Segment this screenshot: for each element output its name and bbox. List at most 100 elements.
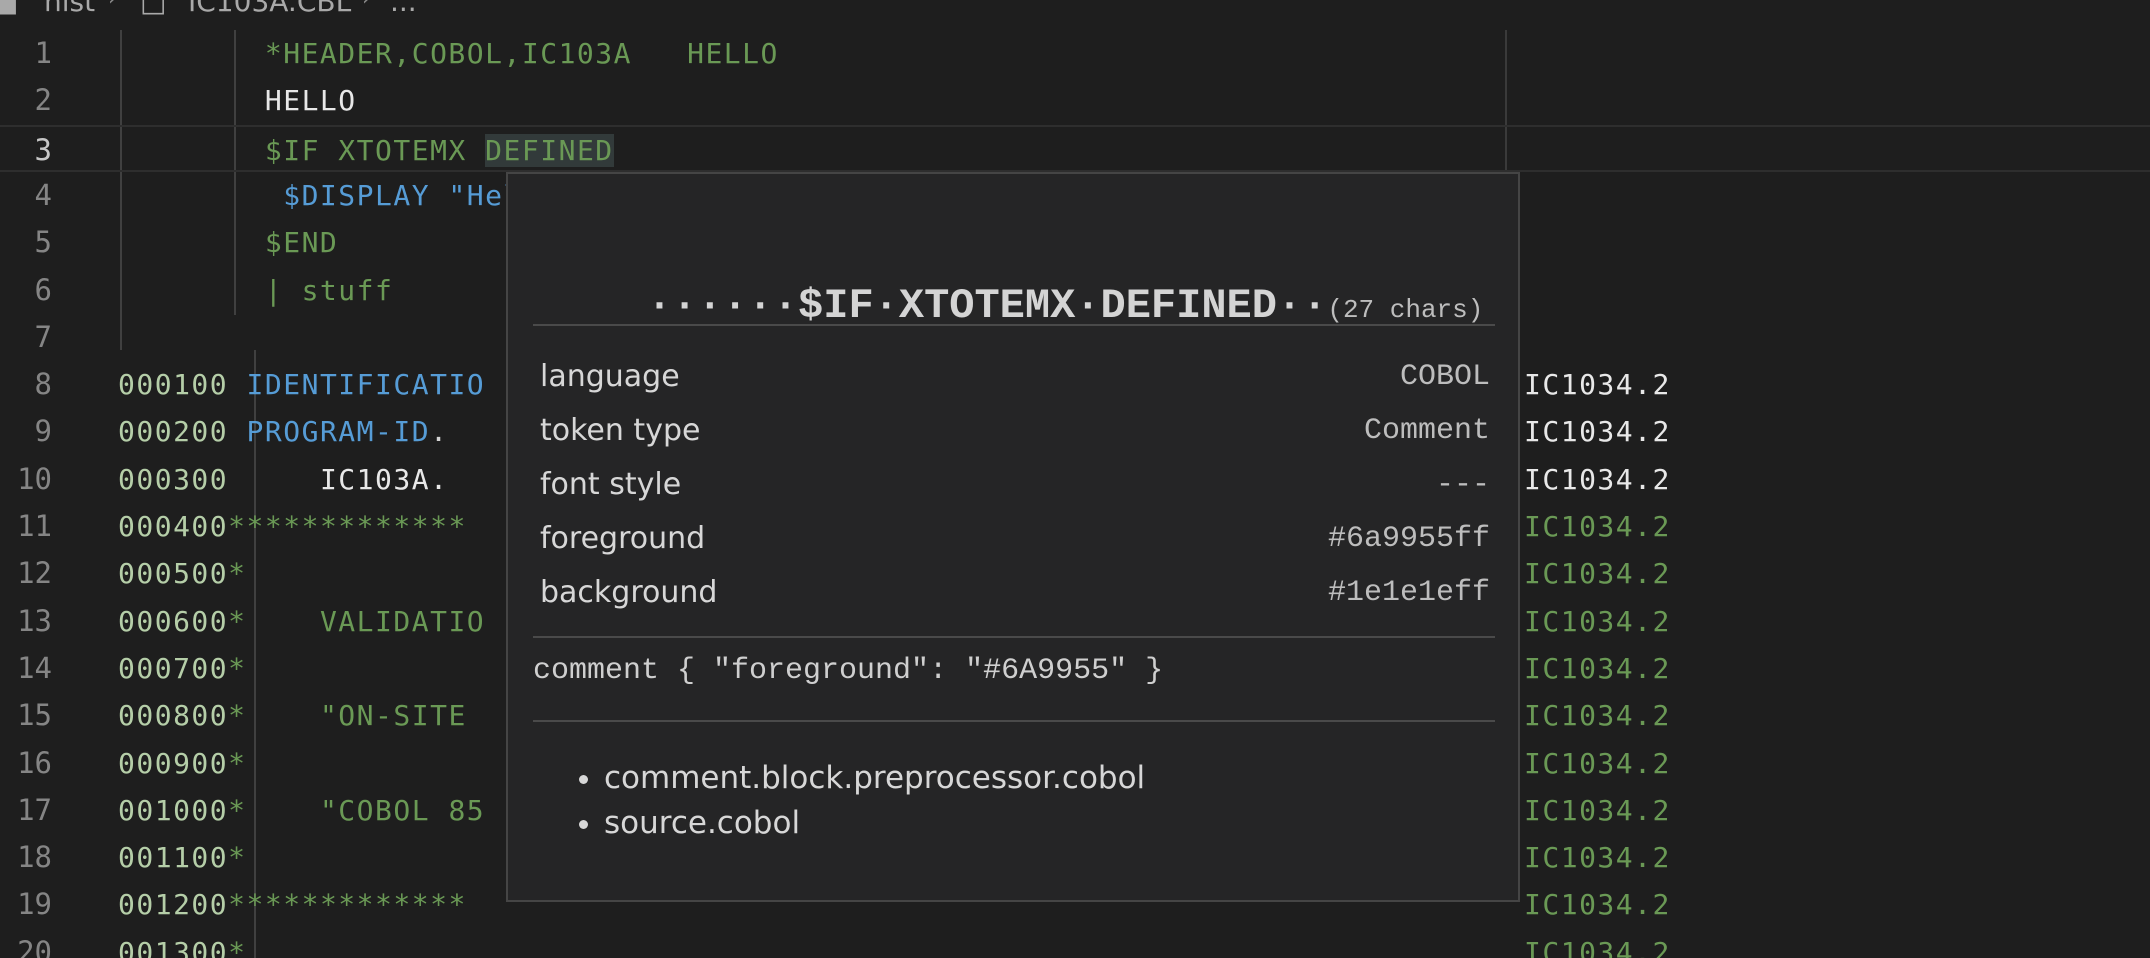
line-code[interactable]: 000500*	[118, 550, 247, 597]
line-number: 20	[17, 934, 52, 958]
code-token: *	[228, 935, 247, 958]
property-key: token type	[540, 413, 701, 448]
divider	[533, 636, 1495, 638]
line-identification-area: IC1034.2	[1524, 415, 1671, 449]
code-token: $IF XTOTEMX	[118, 133, 486, 167]
code-token: *	[228, 557, 247, 591]
line-number: 18	[17, 840, 52, 875]
line-code[interactable]: 001200*************	[118, 881, 467, 928]
code-token: $END	[118, 226, 339, 260]
token-text-value: ······$IF·XTOTEMX·DEFINED··	[646, 282, 1328, 330]
property-value: #6a9955ff	[1327, 522, 1490, 556]
code-token: 000400	[118, 510, 229, 543]
line-code[interactable]: $DISPLAY "Hel	[118, 172, 522, 219]
line-identification-area: IC1034.2	[1524, 793, 1671, 827]
property-foreground: foreground #6a9955ff	[540, 512, 1490, 566]
line-code[interactable]: | stuff	[118, 267, 393, 314]
line-number: 5	[34, 225, 52, 260]
code-token: *************	[228, 510, 467, 543]
property-value: COBOL	[1399, 360, 1490, 394]
line-code[interactable]: *HEADER,COBOL,IC103A HELLO	[118, 30, 779, 77]
code-token: 001200	[118, 888, 229, 922]
code-token: * VALIDATIO	[228, 604, 486, 638]
highlighted-token: DEFINED	[485, 133, 614, 167]
line-identification-area: IC1034.2	[1524, 651, 1671, 685]
code-token: 000500	[118, 557, 229, 591]
line-identification-area: IC1034.2	[1524, 699, 1671, 733]
code-token: 000200	[118, 415, 229, 449]
line-number: 12	[17, 556, 52, 591]
code-token: * "COBOL 85	[228, 793, 486, 827]
code-token: IDENTIFICATIO	[228, 368, 486, 402]
line-code[interactable]: 000900*	[118, 740, 247, 787]
code-token: 000800	[118, 699, 229, 733]
scope-list: comment.block.preprocessor.cobol source.…	[564, 756, 1145, 846]
code-token: 000700	[118, 651, 229, 685]
property-key: language	[540, 359, 680, 394]
code-token: 001300	[118, 935, 229, 958]
line-number: 19	[17, 887, 52, 922]
property-token-type: token type Comment	[540, 404, 1490, 458]
line-number: 11	[17, 509, 52, 543]
line-code[interactable]: HELLO	[118, 77, 357, 124]
code-line[interactable]: 2 HELLO	[0, 77, 2150, 124]
code-token: .	[430, 415, 449, 449]
line-code[interactable]: $END	[118, 219, 338, 266]
code-token: $DISPLAY "Hel	[118, 178, 522, 212]
line-code[interactable]: 000700*	[118, 645, 247, 692]
line-code[interactable]: 001100*	[118, 834, 247, 881]
scope-item: source.cobol	[604, 801, 1145, 846]
divider	[533, 720, 1495, 722]
line-number: 13	[17, 603, 52, 638]
char-count: (27 chars)	[1327, 295, 1484, 325]
theme-rule: comment { "foreground": "#6A9955" }	[533, 654, 1164, 688]
code-token: *************	[228, 888, 467, 922]
line-code[interactable]: 001300*	[118, 929, 247, 958]
line-identification-area: IC1034.2	[1524, 746, 1671, 780]
property-key: font style	[540, 467, 682, 502]
code-token: PROGRAM-ID	[228, 415, 431, 449]
code-token: 001000	[118, 793, 229, 827]
line-code[interactable]: 001000* "COBOL 85	[118, 787, 485, 834]
line-code[interactable]: 000100 IDENTIFICATIO	[118, 361, 485, 408]
code-line[interactable]: 20 001300* IC1034.2	[0, 929, 2150, 958]
line-number: 15	[17, 698, 52, 733]
code-token: | stuff	[118, 273, 394, 307]
property-value: ---	[1435, 468, 1490, 502]
code-token: 000300	[118, 462, 229, 496]
scope-item: comment.block.preprocessor.cobol	[604, 756, 1145, 801]
line-identification-area: IC1034.2	[1524, 368, 1671, 402]
line-code[interactable]: 000300 IC103A.	[118, 456, 448, 503]
line-code[interactable]: 000800* "ON-SITE	[118, 692, 485, 739]
token-inspector-hover: ······$IF·XTOTEMX·DEFINED··(27 chars) la…	[506, 172, 1520, 902]
code-line[interactable]: 1 *HEADER,COBOL,IC103A HELLO	[0, 30, 2150, 77]
line-code[interactable]: 000400*************	[118, 503, 467, 550]
code-token: *	[228, 841, 247, 875]
line-code[interactable]: $IF XTOTEMX DEFINED	[118, 127, 614, 174]
code-token: HELLO	[118, 84, 357, 118]
line-number: 10	[17, 461, 52, 496]
line-identification-area: IC1034.2	[1524, 510, 1671, 543]
line-code[interactable]: 000600* VALIDATIO	[118, 598, 485, 645]
code-token: *	[228, 746, 247, 780]
line-number: 9	[34, 414, 52, 449]
line-identification-area: IC1034.2	[1524, 841, 1671, 875]
line-number: 16	[17, 745, 52, 780]
code-token: *	[228, 651, 247, 685]
line-number: 4	[34, 177, 52, 212]
code-token: 000100	[118, 368, 229, 402]
code-token: 000600	[118, 604, 229, 638]
line-number: 2	[34, 83, 52, 118]
line-number: 17	[17, 792, 52, 827]
property-value: #1e1e1eff	[1327, 576, 1490, 610]
code-token: 001100	[118, 841, 229, 875]
line-identification-area: IC1034.2	[1524, 462, 1671, 496]
code-token: * "ON-SITE	[228, 699, 486, 733]
line-number: 6	[34, 272, 52, 307]
code-line[interactable]: 3 $IF XTOTEMX DEFINED	[0, 124, 2150, 174]
line-identification-area: IC1034.2	[1524, 604, 1671, 638]
line-code[interactable]: 000200 PROGRAM-ID.	[118, 408, 448, 455]
line-identification-area: IC1034.2	[1524, 888, 1671, 922]
line-identification-area: IC1034.2	[1524, 557, 1671, 591]
property-key: background	[540, 575, 718, 610]
